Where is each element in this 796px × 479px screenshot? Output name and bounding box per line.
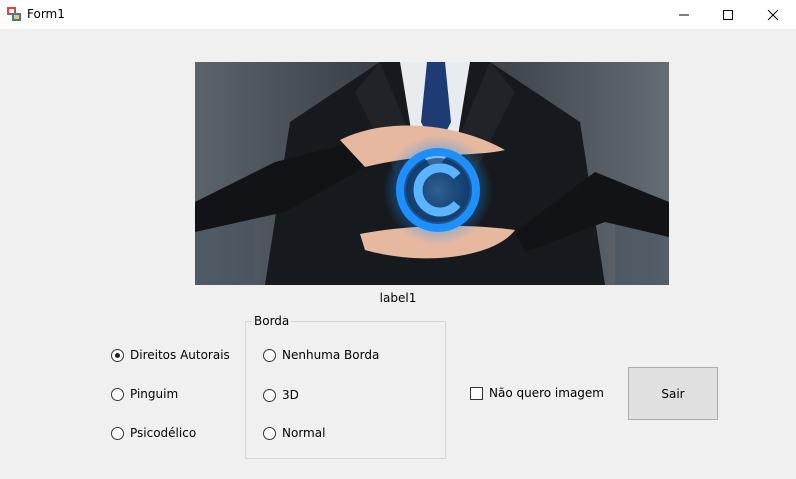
businessman-copyright-image bbox=[195, 62, 669, 285]
checkbox-nao-quero-imagem[interactable]: Não quero imagem bbox=[470, 386, 604, 400]
radio-psicodelico[interactable]: Psicodélico bbox=[111, 425, 196, 441]
radio-label: Direitos Autorais bbox=[130, 348, 230, 362]
radio-pinguim[interactable]: Pinguim bbox=[111, 386, 178, 402]
radio-circle bbox=[263, 348, 276, 362]
radio-label: Pinguim bbox=[130, 387, 179, 401]
radio-circle bbox=[111, 387, 124, 401]
picture-box bbox=[195, 62, 669, 285]
radio-circle bbox=[263, 388, 276, 402]
radio-circle bbox=[111, 426, 124, 440]
radio-label: Normal bbox=[282, 426, 326, 440]
radio-label: Nenhuma Borda bbox=[282, 348, 380, 362]
minimize-icon bbox=[679, 14, 689, 15]
radio-nenhuma-borda[interactable]: Nenhuma Borda bbox=[263, 347, 379, 363]
close-button[interactable] bbox=[750, 0, 796, 29]
window-title: Form1 bbox=[27, 7, 65, 21]
checkbox-label: Não quero imagem bbox=[489, 386, 604, 400]
sair-button-label: Sair bbox=[661, 386, 685, 401]
maximize-button[interactable] bbox=[705, 0, 751, 29]
copyright-icon bbox=[396, 148, 480, 232]
radio-circle-checked bbox=[111, 348, 124, 362]
radio-normal[interactable]: Normal bbox=[263, 425, 325, 441]
sair-button[interactable]: Sair bbox=[628, 367, 718, 420]
maximize-icon bbox=[723, 9, 733, 20]
close-icon bbox=[767, 9, 779, 20]
radio-label: 3D bbox=[282, 388, 299, 402]
borda-group-title: Borda bbox=[252, 314, 292, 328]
radio-circle bbox=[263, 426, 276, 440]
checkbox-box bbox=[470, 386, 483, 400]
radio-3d[interactable]: 3D bbox=[263, 387, 299, 403]
form-app-icon bbox=[7, 7, 21, 21]
title-bar: Form1 bbox=[0, 0, 796, 29]
label1: label1 bbox=[379, 291, 417, 305]
radio-label: Psicodélico bbox=[130, 426, 197, 440]
minimize-button[interactable] bbox=[661, 0, 707, 29]
radio-direitos-autorais[interactable]: Direitos Autorais bbox=[111, 347, 230, 363]
